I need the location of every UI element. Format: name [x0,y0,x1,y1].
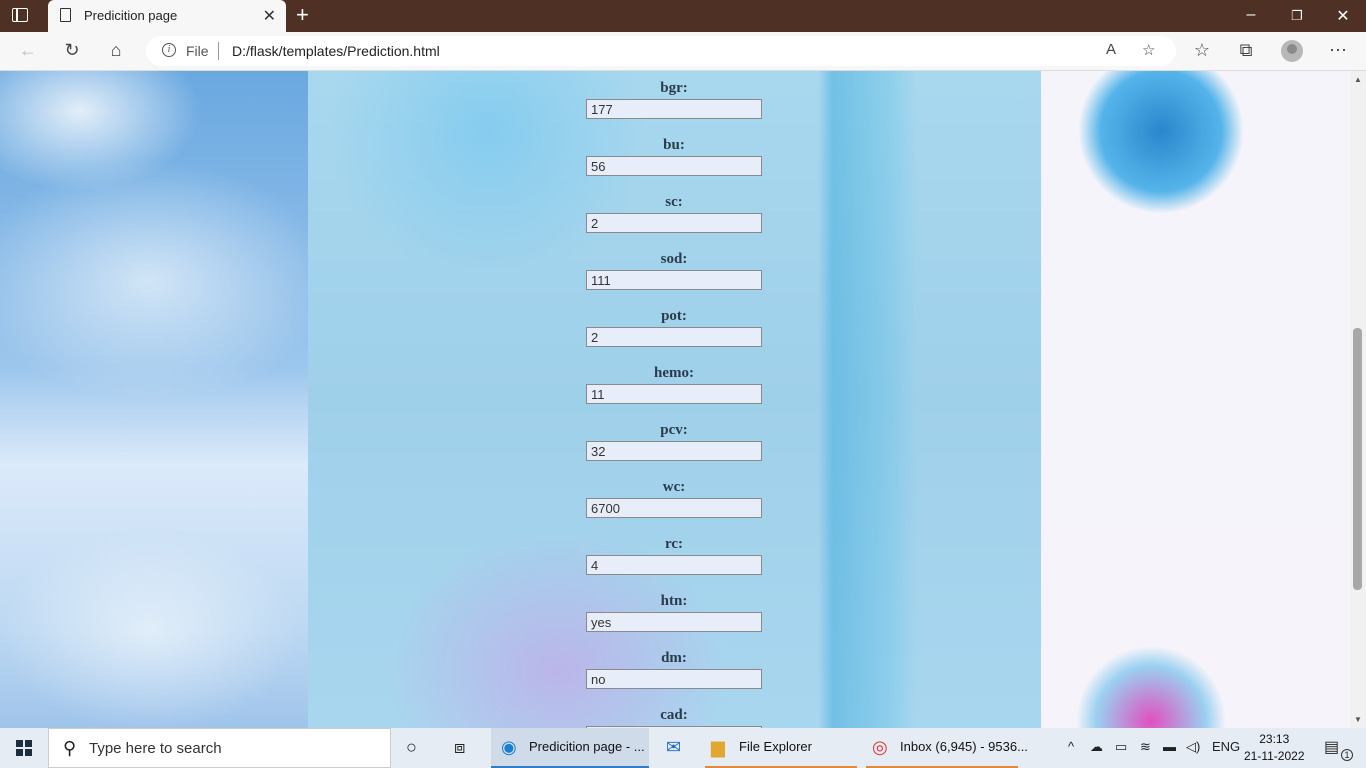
page-icon [60,8,71,22]
profile-avatar[interactable] [1281,40,1303,62]
show-hidden-icons-icon[interactable]: ^ [1068,739,1074,754]
htn-input[interactable] [586,612,762,632]
field-label: hemo: [654,365,694,381]
battery-icon[interactable]: ▬ [1163,739,1176,754]
field-pcv: pcv: [586,413,762,470]
taskbar-app-file-explorer[interactable]: ▆ File Explorer [705,728,857,768]
field-label: bgr: [660,80,688,96]
field-label: htn: [660,593,688,609]
browser-tab[interactable]: Predicition page ✕ [48,0,286,32]
page-scrollbar[interactable]: ▲ ▼ [1350,71,1366,728]
read-aloud-icon[interactable]: A [1106,41,1116,58]
mail-icon: ✉ [666,737,682,757]
pcv-input[interactable] [586,441,762,461]
task-view-icon[interactable]: ⧈ [454,737,465,758]
taskbar-search-box[interactable]: ⚲ Type here to search [48,728,391,768]
sod-input[interactable] [586,270,762,290]
field-label: cad: [660,707,688,723]
protocol-label: File [186,43,209,59]
divider [218,42,219,60]
field-label: sc: [665,194,683,210]
taskbar-clock[interactable]: 23:13 21-11-2022 [1244,731,1305,765]
scrollbar-thumb[interactable] [1353,328,1362,590]
address-bar[interactable]: i File D:/flask/templates/Prediction.htm… [146,36,1176,66]
onedrive-icon[interactable]: ☁ [1090,739,1103,755]
pot-input[interactable] [586,327,762,347]
field-wc: wc: [586,470,762,527]
field-rc: rc: [586,527,762,584]
search-icon: ⚲ [63,738,77,758]
field-bu: bu: [586,128,762,185]
folder-icon: ▆ [711,737,725,757]
field-label: bu: [663,137,685,153]
field-pot: pot: [586,299,762,356]
add-favorite-icon[interactable]: ☆ [1142,41,1155,59]
language-indicator[interactable]: ENG [1212,739,1240,754]
close-tab-icon[interactable]: ✕ [263,6,276,26]
field-hemo: hemo: [586,356,762,413]
edge-icon: ◉ [501,737,517,757]
field-dm: dm: [586,641,762,698]
home-icon[interactable]: ⌂ [104,40,128,61]
dm-input[interactable] [586,669,762,689]
volume-icon[interactable]: ◁) [1186,739,1200,755]
hemo-input[interactable] [586,384,762,404]
new-tab-icon[interactable]: + [296,4,309,26]
browser-titlebar: Predicition page ✕ + – ❐ ✕ [0,0,1366,32]
minimize-icon[interactable]: – [1241,6,1261,24]
page-viewport: bgr: bu: sc: sod: pot: hemo: pcv: wc: [0,71,1350,728]
meet-now-icon[interactable]: ▭ [1115,739,1127,755]
scroll-down-icon[interactable]: ▼ [1354,715,1362,724]
field-bgr: bgr: [586,71,762,128]
taskbar-app-label: File Explorer [739,739,812,754]
refresh-icon[interactable]: ↻ [60,40,84,61]
bgr-input[interactable] [586,99,762,119]
field-label: sod: [660,251,688,267]
taskbar-app-mail[interactable]: ✉ [658,728,698,768]
wc-input[interactable] [586,498,762,518]
restore-icon[interactable]: ❐ [1287,8,1307,24]
field-label: dm: [661,650,687,666]
field-sod: sod: [586,242,762,299]
windows-start-icon[interactable] [16,740,32,756]
rc-input[interactable] [586,555,762,575]
wifi-icon[interactable]: ≋ [1140,739,1151,755]
bu-input[interactable] [586,156,762,176]
field-label: wc: [662,479,686,495]
favorites-icon[interactable]: ☆ [1190,40,1214,61]
tab-title: Predicition page [84,8,178,23]
taskbar-app-label: Predicition page - ... [529,739,645,754]
window-close-icon[interactable]: ✕ [1333,6,1353,26]
taskbar-app-chrome[interactable]: ◎ Inbox (6,945) - 9536... [866,728,1028,768]
field-sc: sc: [586,185,762,242]
more-menu-icon[interactable]: ⋯ [1326,40,1350,61]
info-icon[interactable]: i [162,43,176,57]
field-htn: htn: [586,584,762,641]
chrome-icon: ◎ [872,737,888,757]
collections-icon[interactable]: ⧉ [1234,40,1258,61]
cortana-icon[interactable]: ○ [406,737,417,758]
notification-count: 1 [1341,749,1353,761]
field-label: pcv: [660,422,688,438]
field-label: rc: [664,536,684,552]
taskbar-app-label: Inbox (6,945) - 9536... [900,739,1028,754]
tab-actions-icon[interactable] [12,8,28,22]
windows-taskbar: ⚲ Type here to search ○ ⧈ ◉ Predicition … [0,728,1366,768]
search-placeholder: Type here to search [89,740,222,757]
background-image-left [0,71,308,728]
sc-input[interactable] [586,213,762,233]
scroll-up-icon[interactable]: ▲ [1354,75,1362,84]
clock-date: 21-11-2022 [1244,749,1305,763]
field-label: pot: [661,308,687,324]
back-icon[interactable]: ← [16,40,40,61]
field-cad: cad: [586,698,762,728]
clock-time: 23:13 [1259,732,1290,746]
notifications-icon[interactable]: ▤ [1324,737,1339,757]
browser-toolbar: ← ↻ ⌂ i File D:/flask/templates/Predicti… [0,32,1366,71]
background-image-right [1041,71,1350,728]
url-text[interactable]: D:/flask/templates/Prediction.html [232,43,440,59]
taskbar-app-edge[interactable]: ◉ Predicition page - ... [491,728,649,768]
